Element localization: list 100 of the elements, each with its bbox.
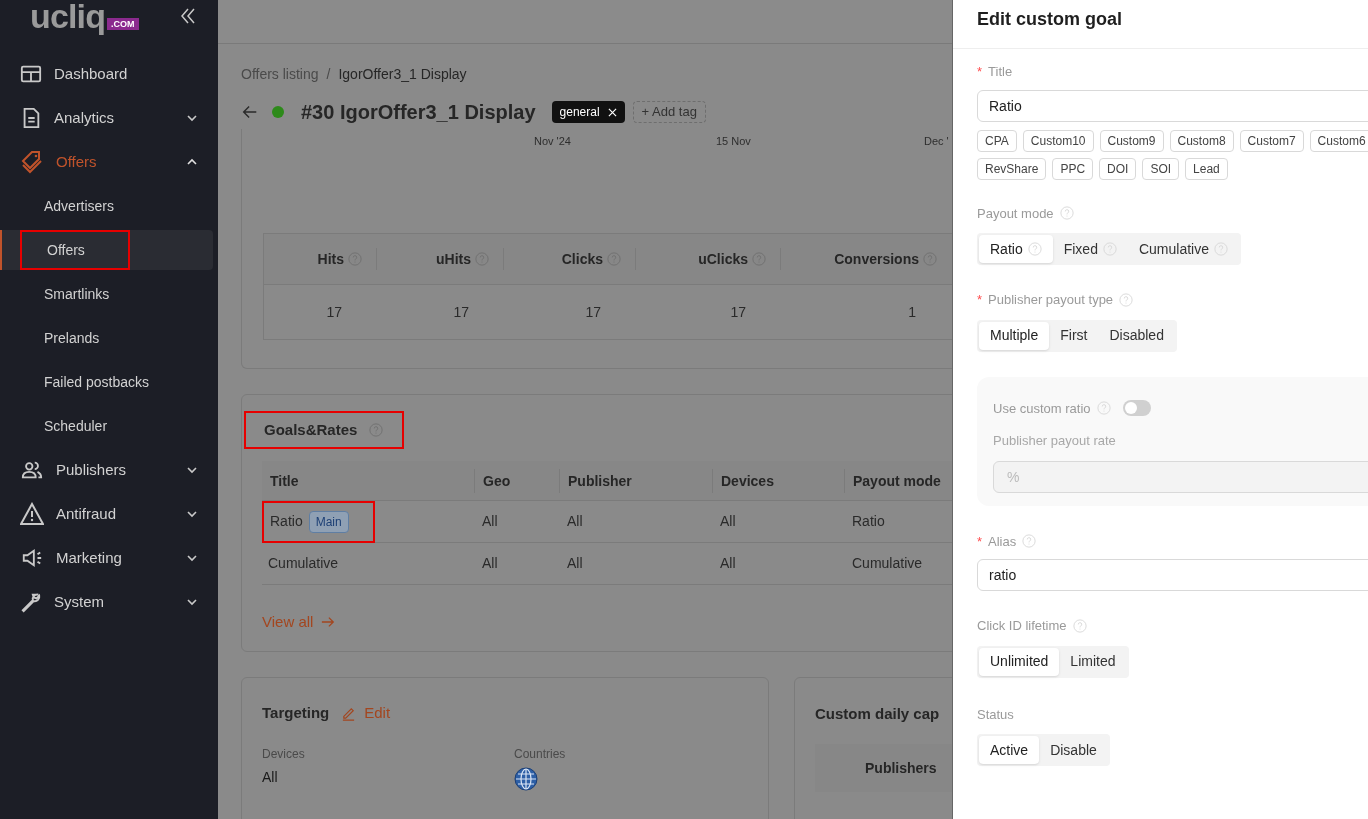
- segment-option[interactable]: Limited: [1059, 647, 1127, 676]
- suggestion-chip[interactable]: Custom7: [1239, 129, 1304, 152]
- nav-subitem[interactable]: Advertisers: [0, 186, 213, 226]
- suggestion-chip[interactable]: Custom8: [1169, 129, 1234, 152]
- suggestion-chip[interactable]: RevShare: [977, 157, 1047, 180]
- breadcrumb-separator: /: [326, 65, 331, 84]
- segment-option[interactable]: Disabled: [1098, 321, 1175, 350]
- card-title: Targeting: [262, 703, 330, 723]
- globe-icon: [514, 766, 538, 791]
- field-value: All: [262, 767, 279, 787]
- drawer-title: Edit custom goal: [977, 7, 1122, 31]
- chevron-icon[interactable]: [186, 464, 198, 476]
- nav-item[interactable]: Marketing: [0, 536, 218, 580]
- nav-item[interactable]: Analytics: [0, 96, 218, 140]
- chevron-icon[interactable]: [186, 508, 198, 520]
- column-header: Conversions: [834, 249, 919, 269]
- field-label: Title: [988, 63, 1013, 81]
- suggestion-chip[interactable]: Custom10: [1022, 129, 1094, 152]
- required-mark: *: [977, 63, 983, 81]
- chevron-icon[interactable]: [186, 112, 198, 124]
- nav-item[interactable]: Dashboard: [0, 52, 218, 96]
- nav-icon: [20, 63, 42, 85]
- chevron-icon[interactable]: [186, 552, 198, 564]
- collapse-icon[interactable]: [178, 6, 198, 26]
- table-cell-text: All: [720, 512, 736, 531]
- table-cell-text: Ratio: [852, 512, 885, 531]
- status-dot: [272, 106, 284, 118]
- column-header: Title: [270, 472, 299, 489]
- axis-label: 15 Nov: [716, 134, 751, 149]
- suggestion-chip[interactable]: DOI: [1099, 157, 1137, 180]
- table-cell-text: All: [567, 554, 583, 573]
- offer-title: #30 IgorOffer3_1 Display: [301, 100, 536, 125]
- table-cell-text: All: [482, 554, 498, 573]
- card-title: Custom daily cap: [815, 705, 940, 722]
- required-mark: *: [977, 291, 983, 309]
- close-icon[interactable]: [607, 107, 617, 117]
- field-label: Publisher payout type: [988, 291, 1114, 309]
- tag-chip: general: [551, 101, 625, 123]
- toggle-switch[interactable]: [1122, 400, 1151, 417]
- nav-item[interactable]: Antifraud: [0, 492, 218, 536]
- card-title: Goals&Rates: [264, 419, 358, 440]
- table-cell-text: 17: [453, 302, 469, 322]
- column-header: Payout mode: [853, 472, 941, 489]
- suggestion-chip[interactable]: SOI: [1142, 157, 1180, 180]
- axis-label: Nov '24: [534, 134, 571, 149]
- table-cell-text: Cumulative: [268, 554, 339, 573]
- column-header: Publisher: [568, 472, 632, 489]
- column-header: Publishers: [865, 758, 937, 778]
- nav-item[interactable]: Offers: [0, 140, 218, 184]
- field-label: Publisher payout rate: [993, 432, 1117, 450]
- segment-option[interactable]: First: [1049, 321, 1099, 350]
- axis-label: Dec ': [924, 134, 949, 149]
- nav-item[interactable]: System: [0, 580, 218, 624]
- segment-option[interactable]: Active: [979, 736, 1040, 764]
- text-field[interactable]: ratio: [977, 559, 1368, 591]
- nav-subitem[interactable]: Failed postbacks: [0, 362, 213, 402]
- column-header: Clicks: [561, 249, 603, 269]
- field-label: Alias: [988, 532, 1017, 551]
- column-header: Devices: [721, 472, 774, 489]
- chevron-icon[interactable]: [186, 596, 198, 608]
- add-tag-button[interactable]: + Add tag: [632, 101, 706, 123]
- nav-item[interactable]: Publishers: [0, 448, 218, 492]
- table-cell-text: 1: [908, 302, 916, 322]
- field-label: Use custom ratio: [993, 399, 1091, 418]
- nav-subitem[interactable]: Offers: [0, 230, 213, 270]
- main-badge: Main: [308, 510, 349, 533]
- suggestion-chip[interactable]: Lead: [1185, 157, 1228, 180]
- table-cell-text: 17: [730, 302, 746, 322]
- nav-subitem[interactable]: Prelands: [0, 318, 213, 358]
- arrow-right-icon: [321, 615, 336, 630]
- nav-icon: [20, 547, 44, 569]
- table-cell-text: Cumulative: [852, 554, 923, 573]
- column-header: uClicks: [698, 249, 748, 269]
- field-label: Status: [977, 705, 1014, 724]
- segment-option[interactable]: Ratio: [979, 235, 1053, 263]
- logo-text: ucliq: [30, 0, 106, 33]
- field-label: Payout mode: [977, 204, 1054, 223]
- segment-option[interactable]: Unlimited: [979, 647, 1060, 676]
- suggestion-chip[interactable]: PPC: [1052, 157, 1094, 180]
- nav-icon: [20, 502, 44, 526]
- table-cell-text: Ratio: [270, 512, 303, 531]
- field-label: Click ID lifetime: [977, 617, 1067, 635]
- table-cell-text: All: [482, 512, 498, 531]
- table-cell-text: All: [567, 512, 583, 531]
- segment-option[interactable]: Disable: [1039, 736, 1108, 764]
- suggestion-chip[interactable]: Custom6: [1309, 129, 1368, 152]
- suggestion-chip[interactable]: Custom9: [1099, 129, 1164, 152]
- segment-option[interactable]: Multiple: [979, 321, 1050, 350]
- nav-subitem[interactable]: Smartlinks: [0, 274, 213, 314]
- field-label: Countries: [514, 745, 567, 763]
- suggestion-chip[interactable]: CPA: [977, 129, 1017, 152]
- segment-option[interactable]: Fixed: [1052, 235, 1128, 263]
- nav-icon: [20, 591, 42, 613]
- segment-option[interactable]: Cumulative: [1127, 235, 1239, 263]
- breadcrumb-current: IgorOffer3_1 Display: [338, 65, 467, 84]
- back-icon[interactable]: [241, 103, 259, 121]
- nav-subitem[interactable]: Scheduler: [0, 406, 213, 446]
- nav-icon: [20, 150, 44, 174]
- table-cell-text: 17: [326, 302, 342, 322]
- text-field[interactable]: Ratio: [977, 89, 1368, 122]
